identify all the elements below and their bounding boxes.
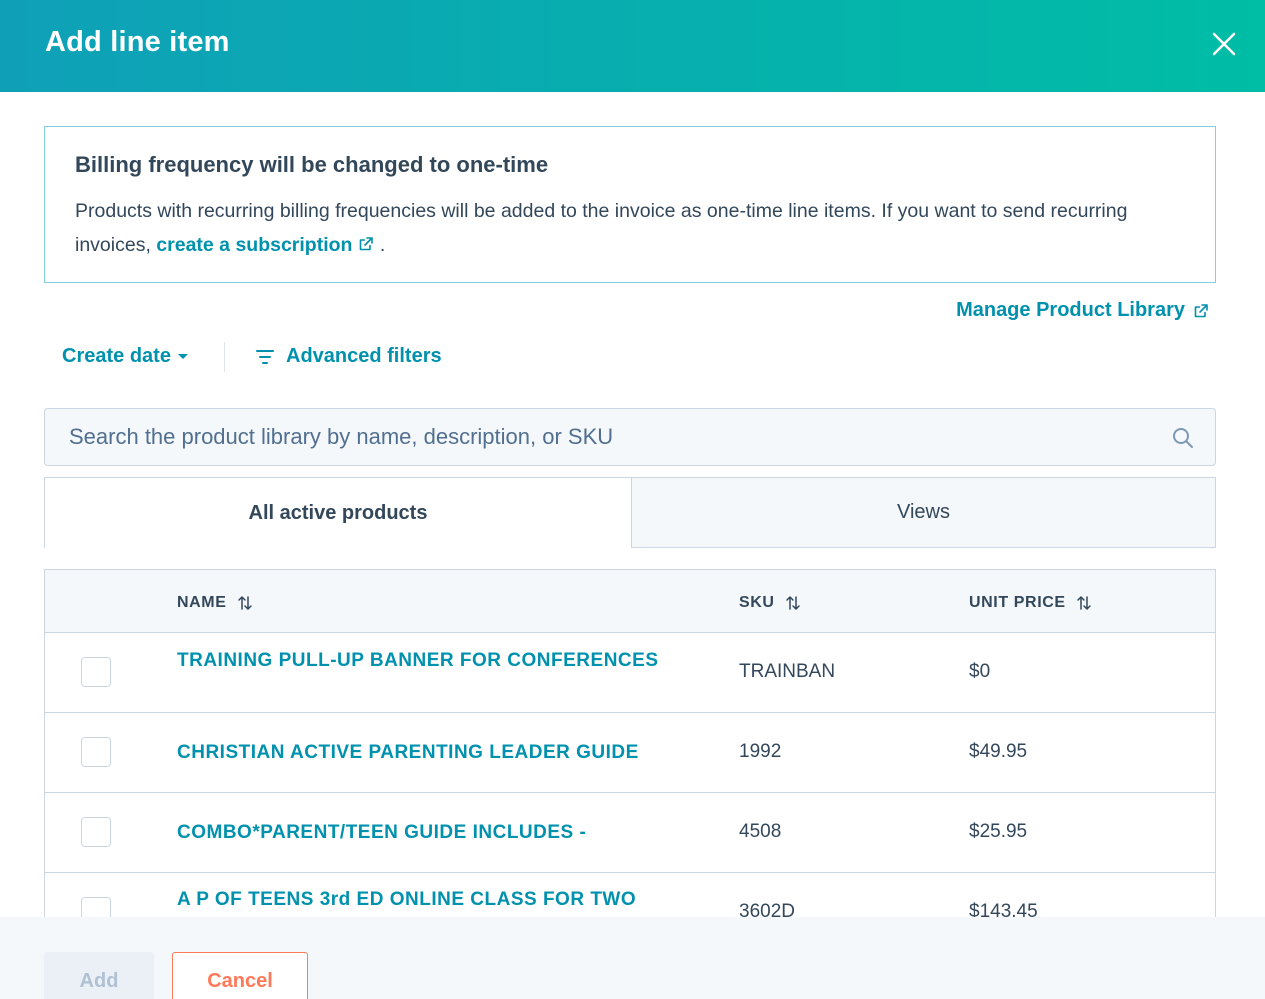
column-header-sku[interactable]: SKU: [739, 594, 801, 612]
advanced-filters-label: Advanced filters: [286, 345, 442, 367]
notice-body: Products with recurring billing frequenc…: [75, 194, 1175, 262]
notice-trailing: .: [379, 234, 386, 256]
table-row: TRAINING PULL-UP BANNER FOR CONFERENCES …: [45, 633, 1215, 713]
create-subscription-label: create a subscription: [156, 234, 353, 256]
external-link-icon: [1194, 303, 1208, 317]
tab-all-active-products[interactable]: All active products: [44, 477, 631, 548]
table-row: A P OF TEENS 3rd ED ONLINE CLASS FOR TWO…: [45, 873, 1215, 917]
product-name-link[interactable]: CHRISTIAN ACTIVE PARENTING LEADER GUIDE: [177, 740, 677, 765]
manage-product-library-link[interactable]: Manage Product Library: [956, 299, 1209, 322]
column-header-unit-price-label: UNIT PRICE: [969, 594, 1066, 611]
product-unit-price: $49.95: [969, 741, 1028, 762]
external-link-icon: [360, 237, 374, 251]
row-checkbox[interactable]: [81, 737, 111, 767]
table-header: NAME SKU UNIT PRICE: [45, 570, 1215, 633]
product-sku: TRAINBAN: [739, 661, 836, 682]
row-checkbox[interactable]: [81, 897, 111, 917]
modal-header: Add line item: [0, 0, 1265, 92]
filter-icon: [256, 349, 274, 364]
manage-product-library-label: Manage Product Library: [956, 299, 1185, 321]
billing-notice: Billing frequency will be changed to one…: [44, 126, 1216, 283]
cancel-button[interactable]: Cancel: [172, 952, 308, 999]
close-icon: [1212, 32, 1236, 56]
product-table: NAME SKU UNIT PRICE TRAINING PULL-UP BAN…: [44, 569, 1216, 917]
product-name-link[interactable]: TRAINING PULL-UP BANNER FOR CONFERENCES: [177, 648, 677, 673]
sort-icon: [1076, 596, 1091, 610]
column-header-sku-label: SKU: [739, 594, 775, 611]
column-header-name[interactable]: NAME: [177, 594, 253, 612]
create-subscription-link[interactable]: create a subscription: [156, 234, 374, 256]
product-unit-price: $25.95: [969, 821, 1028, 842]
create-date-label: Create date: [62, 345, 171, 367]
product-sku: 1992: [739, 741, 782, 762]
product-name-link[interactable]: COMBO*PARENT/TEEN GUIDE INCLUDES -: [177, 820, 677, 845]
column-header-name-label: NAME: [177, 594, 227, 611]
advanced-filters-button[interactable]: Advanced filters: [256, 345, 442, 368]
tab-views[interactable]: Views: [631, 477, 1216, 548]
sort-icon: [785, 596, 800, 610]
product-sku: 3602D: [739, 901, 795, 917]
close-button[interactable]: [1206, 26, 1242, 62]
table-row: COMBO*PARENT/TEEN GUIDE INCLUDES - 4508 …: [45, 793, 1215, 873]
notice-title: Billing frequency will be changed to one…: [75, 152, 549, 177]
product-name-link[interactable]: A P OF TEENS 3rd ED ONLINE CLASS FOR TWO: [177, 887, 677, 912]
modal-footer: Add Cancel: [0, 917, 1265, 999]
sort-icon: [237, 596, 252, 610]
search-box: [44, 408, 1216, 466]
filter-divider: [224, 342, 225, 372]
product-unit-price: $143.45: [969, 901, 1038, 917]
table-row: CHRISTIAN ACTIVE PARENTING LEADER GUIDE …: [45, 713, 1215, 793]
row-checkbox[interactable]: [81, 817, 111, 847]
add-button[interactable]: Add: [44, 952, 154, 999]
column-header-unit-price[interactable]: UNIT PRICE: [969, 594, 1092, 612]
search-input[interactable]: [45, 409, 1155, 465]
product-sku: 4508: [739, 821, 782, 842]
row-checkbox[interactable]: [81, 657, 111, 687]
caret-down-icon: [177, 353, 188, 359]
create-date-filter[interactable]: Create date: [62, 345, 189, 368]
search-icon[interactable]: [1171, 426, 1195, 450]
product-tabs: All active products Views: [44, 477, 1216, 548]
product-unit-price: $0: [969, 661, 991, 682]
modal-title: Add line item: [45, 26, 230, 58]
